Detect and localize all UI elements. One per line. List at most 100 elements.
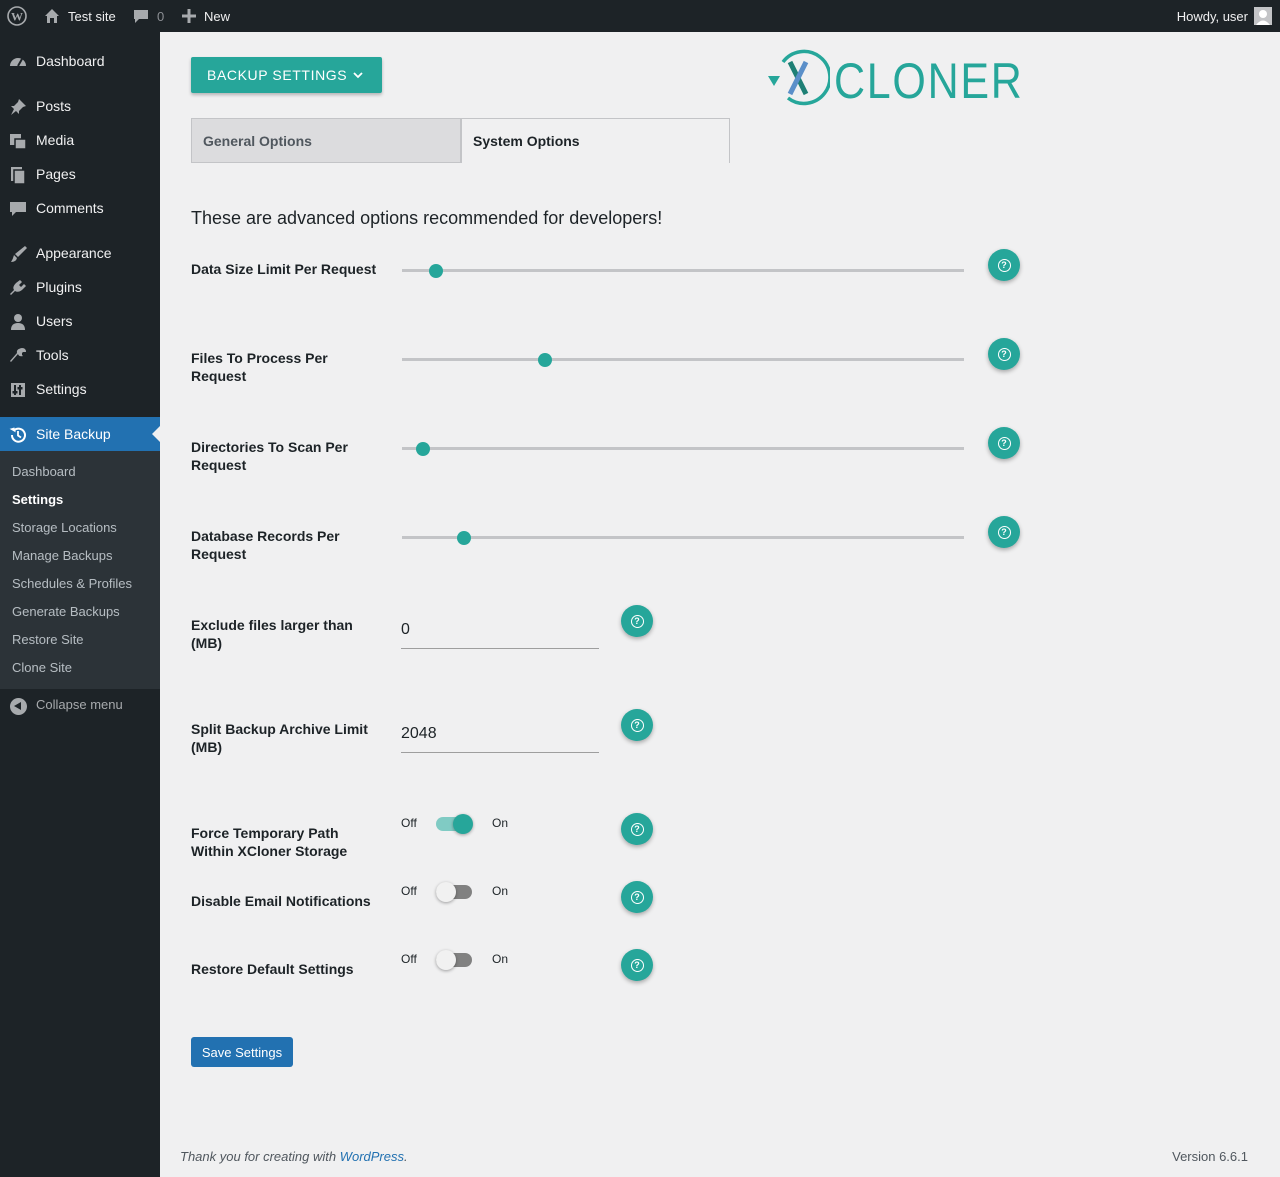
switch-on-label: On (492, 884, 509, 898)
sidebar-item-tools[interactable]: Tools (0, 338, 160, 372)
restore-defaults-switch-knob[interactable] (436, 950, 456, 970)
switch-on-label: On (492, 952, 509, 966)
footer-version: Version 6.6.1 (1172, 1149, 1248, 1164)
avatar (1254, 7, 1272, 25)
submenu-item-clone-site[interactable]: Clone Site (12, 660, 72, 675)
sidebar-item-media[interactable]: Media (0, 123, 160, 157)
exclude-files-larger-label: Exclude files larger than (MB) (191, 617, 353, 651)
plus-icon (182, 9, 196, 23)
question-icon: ? (997, 258, 1011, 272)
data-size-limit-slider-thumb[interactable] (428, 264, 443, 278)
sidebar-item-site-backup[interactable]: Site Backup (0, 417, 160, 451)
wordpress-logo-icon[interactable]: W (7, 0, 27, 32)
directories-to-scan-slider-track[interactable] (402, 447, 964, 450)
submenu-item-restore-site[interactable]: Restore Site (12, 632, 84, 647)
sidebar-item-settings[interactable]: Settings (0, 372, 160, 406)
intro-text: These are advanced options recommended f… (191, 208, 663, 228)
tab-system-options[interactable]: System Options (461, 118, 730, 163)
admin-bar: W Test site 0 New Howdy, user (0, 0, 1280, 32)
howdy-text: Howdy, user (1176, 8, 1248, 24)
admin-sidebar: Dashboard Posts Media Pages Comments App… (0, 32, 160, 1177)
comments-link[interactable]: 0 (133, 0, 164, 32)
new-label: New (204, 8, 231, 24)
svg-text:W: W (11, 10, 23, 24)
disable-email-help-button[interactable]: ? (621, 881, 653, 913)
database-records-slider-thumb[interactable] (456, 531, 471, 545)
force-temp-path-label: Force Temporary Path Within XCloner Stor… (191, 825, 348, 859)
directories-to-scan-help-button[interactable]: ? (988, 427, 1020, 459)
pages-icon (8, 165, 28, 185)
collapse-menu-button[interactable]: Collapse menu (0, 692, 160, 718)
comments-count: 0 (157, 8, 165, 24)
wordpress-link[interactable]: WordPress (340, 1149, 404, 1164)
user-icon (8, 312, 28, 332)
tab-general-options[interactable]: General Options (191, 118, 461, 163)
disable-email-label: Disable Email Notifications (191, 893, 371, 909)
force-temp-path-help-button[interactable]: ? (621, 813, 653, 845)
split-archive-limit-help-button[interactable]: ? (621, 709, 653, 741)
plug-icon (8, 278, 28, 298)
home-icon (44, 8, 60, 24)
sidebar-item-dashboard[interactable]: Dashboard (0, 44, 160, 78)
sidebar-item-plugins[interactable]: Plugins (0, 270, 160, 304)
account-menu[interactable]: Howdy, user (1177, 0, 1272, 32)
directories-to-scan-slider-thumb[interactable] (415, 442, 430, 456)
sidebar-item-appearance[interactable]: Appearance (0, 236, 160, 270)
pin-icon (8, 97, 28, 117)
submenu-item-storage-locations[interactable]: Storage Locations (12, 520, 117, 535)
split-archive-limit-label: Split Backup Archive Limit (MB) (191, 721, 368, 755)
settings-icon (8, 380, 28, 400)
submenu-item-manage-backups[interactable]: Manage Backups (12, 548, 112, 563)
sidebar-item-posts[interactable]: Posts (0, 89, 160, 123)
xcloner-logo-mark (768, 49, 830, 106)
collapse-arrow-icon (10, 698, 27, 715)
brush-icon (8, 244, 28, 264)
footer-thanks: Thank you for creating with WordPress. (180, 1149, 408, 1164)
files-to-process-slider-thumb[interactable] (538, 353, 553, 367)
data-size-limit-help-button[interactable]: ? (988, 249, 1020, 281)
question-icon: ? (630, 718, 644, 732)
site-name: Test site (68, 8, 116, 24)
directories-to-scan-label: Directories To Scan Per Request (191, 439, 348, 473)
switch-off-label: Off (401, 816, 417, 830)
sidebar-item-pages[interactable]: Pages (0, 157, 160, 191)
database-records-label: Database Records Per Request (191, 528, 340, 562)
files-to-process-help-button[interactable]: ? (988, 338, 1020, 370)
exclude-files-larger-help-button[interactable]: ? (621, 605, 653, 637)
switch-on-label: On (492, 816, 509, 830)
split-archive-limit-input[interactable]: 2048 (401, 723, 599, 753)
comment-bubble-icon (133, 8, 149, 24)
sidebar-item-users[interactable]: Users (0, 304, 160, 338)
logo-text: CLONER (834, 53, 1024, 109)
files-to-process-slider-track[interactable] (402, 358, 964, 361)
site-backup-submenu: Dashboard Settings Storage Locations Man… (0, 451, 160, 689)
main-content: BACKUP SETTINGS CLONER General Options S… (160, 32, 1280, 1177)
submenu-item-generate-backups[interactable]: Generate Backups (12, 604, 120, 619)
media-icon (8, 131, 28, 151)
xcloner-logo: CLONER (766, 46, 1022, 110)
comments-icon (8, 199, 28, 219)
restore-defaults-help-button[interactable]: ? (621, 949, 653, 981)
force-temp-path-switch-knob[interactable] (453, 814, 473, 834)
question-icon: ? (997, 436, 1011, 450)
exclude-files-larger-input[interactable]: 0 (401, 619, 599, 649)
backup-settings-dropdown-button[interactable]: BACKUP SETTINGS (191, 57, 382, 93)
disable-email-switch-knob[interactable] (436, 882, 456, 902)
question-icon: ? (630, 958, 644, 972)
data-size-limit-label: Data Size Limit Per Request (191, 261, 377, 277)
dashboard-icon (8, 52, 28, 72)
database-records-slider-track[interactable] (402, 536, 964, 539)
submenu-item-schedules-profiles[interactable]: Schedules & Profiles (12, 576, 132, 591)
sidebar-item-comments[interactable]: Comments (0, 191, 160, 225)
files-to-process-label: Files To Process Per Request (191, 350, 328, 384)
submenu-item-settings[interactable]: Settings (12, 492, 63, 507)
submenu-item-dashboard[interactable]: Dashboard (12, 464, 76, 479)
new-content-link[interactable]: New (182, 0, 230, 32)
switch-off-label: Off (401, 952, 417, 966)
save-settings-button[interactable]: Save Settings (191, 1037, 293, 1067)
question-icon: ? (997, 525, 1011, 539)
database-records-help-button[interactable]: ? (988, 516, 1020, 548)
switch-off-label: Off (401, 884, 417, 898)
site-name-link[interactable]: Test site (44, 0, 116, 32)
data-size-limit-slider-track[interactable] (402, 269, 964, 272)
